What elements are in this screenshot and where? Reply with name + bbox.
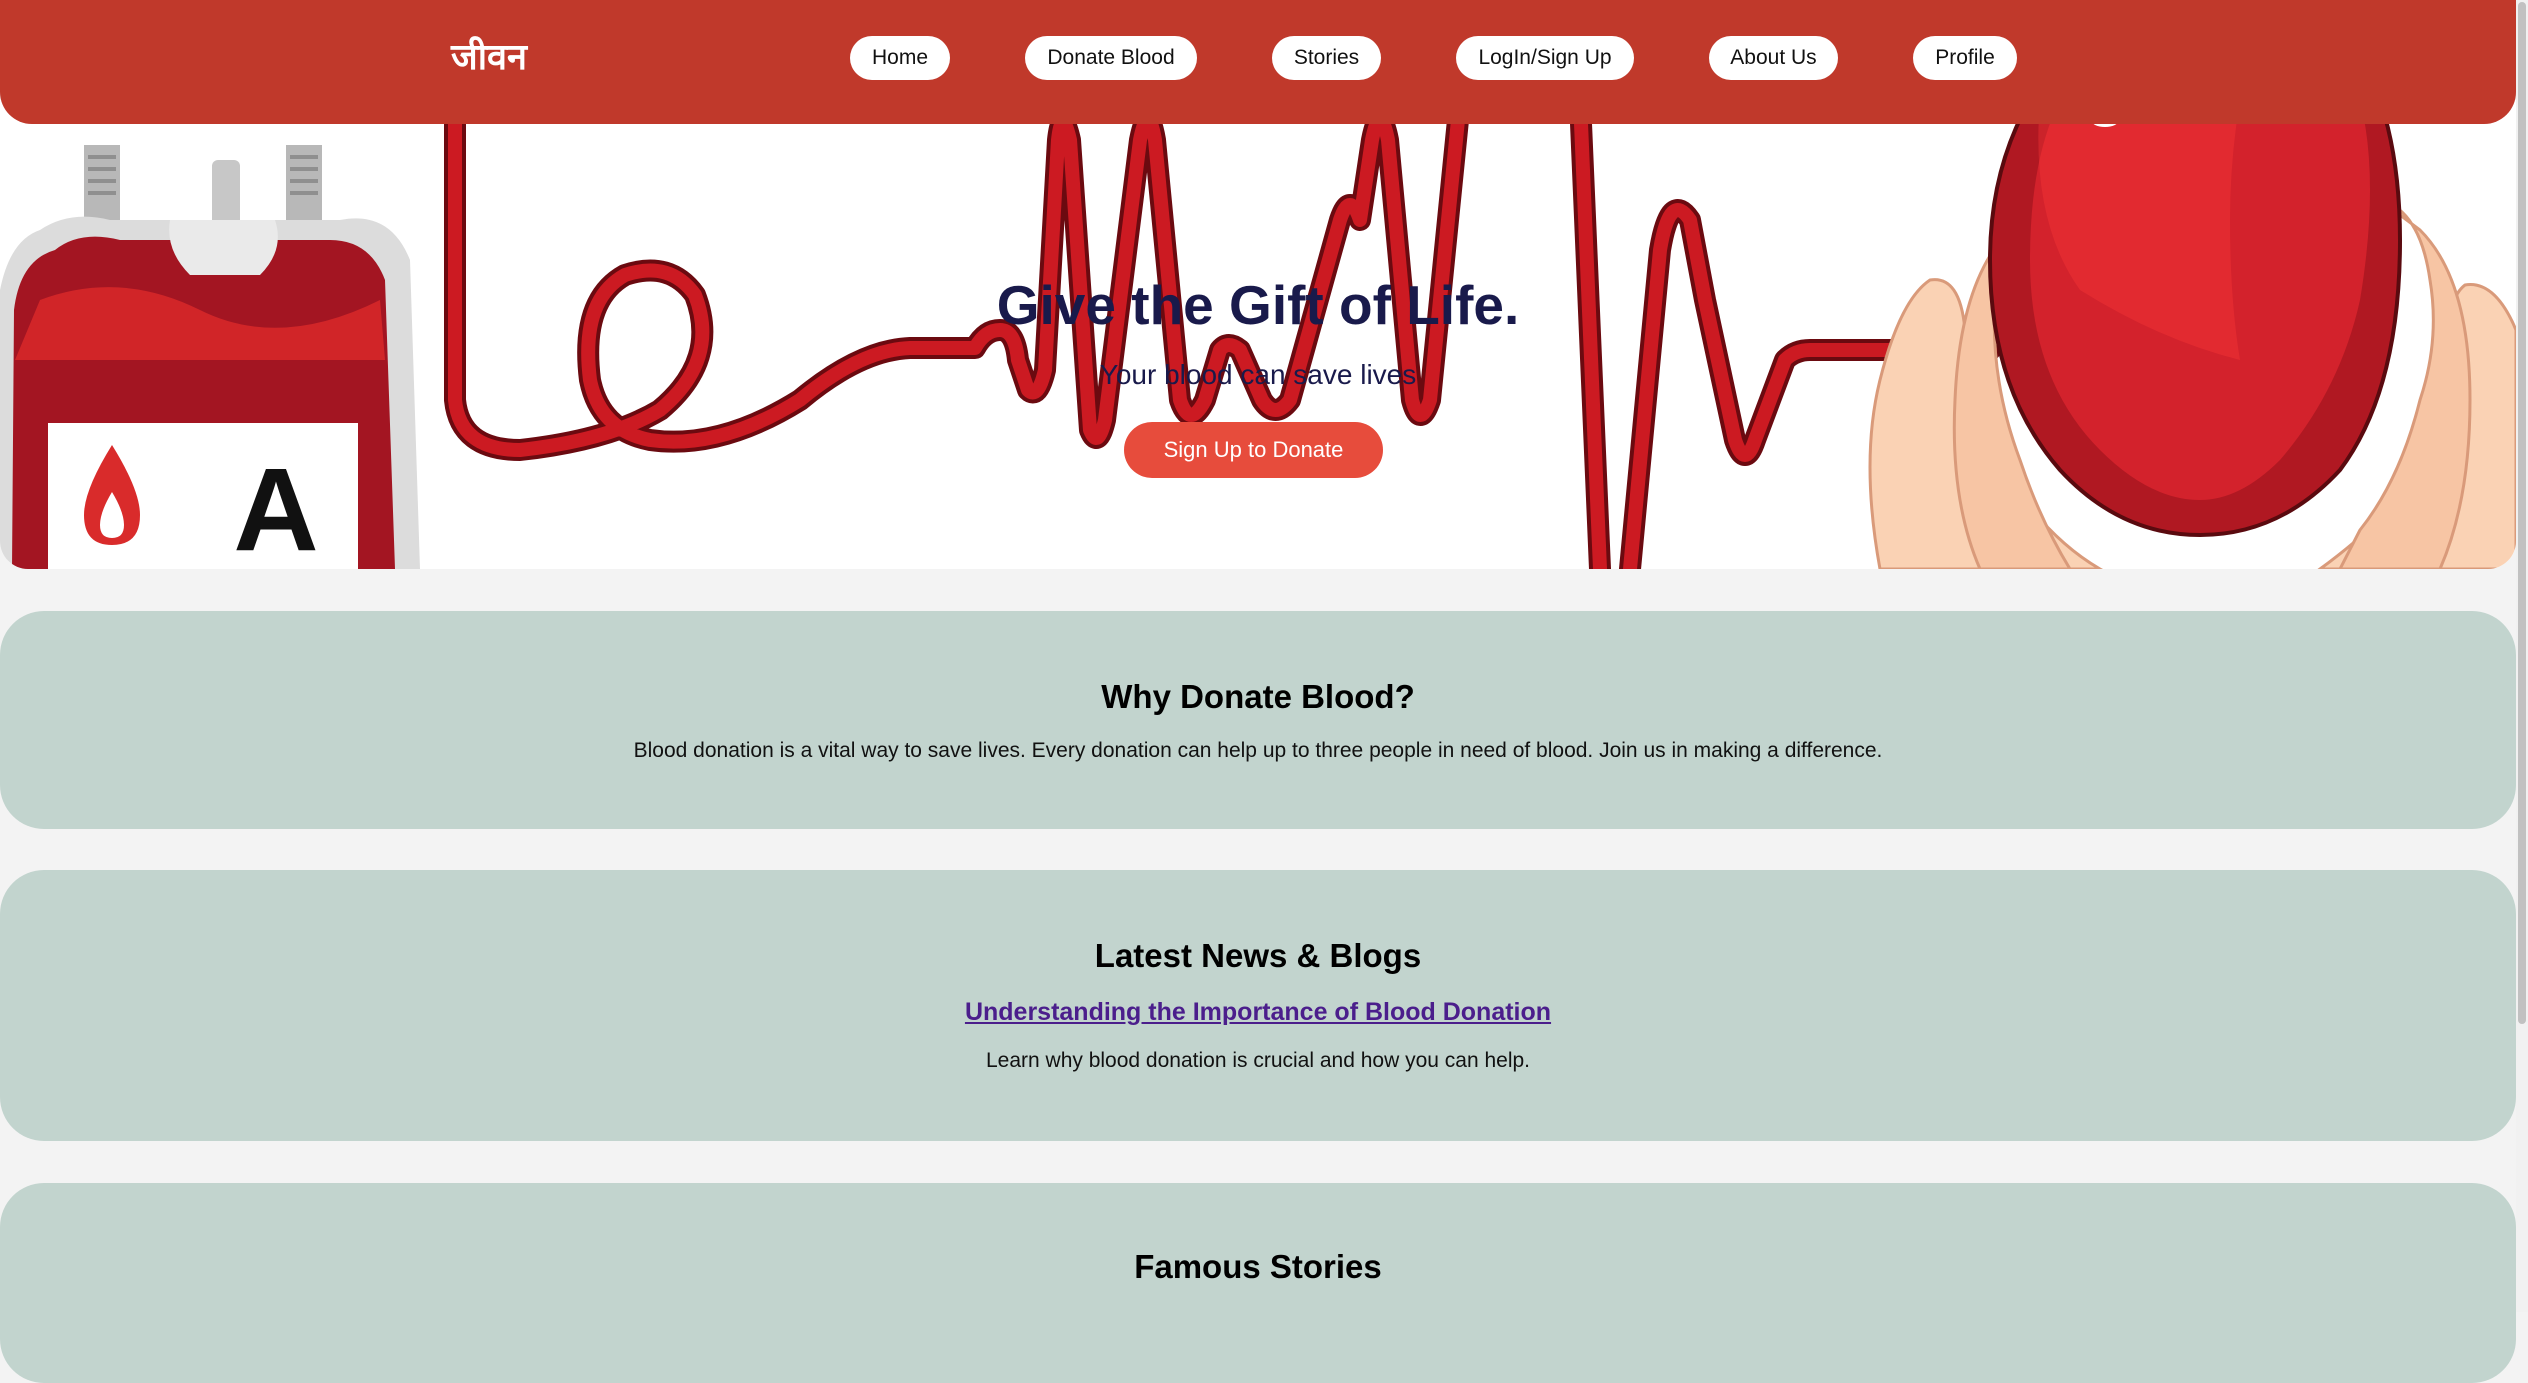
stories-section: Famous Stories <box>0 1183 2516 1383</box>
why-donate-section: Why Donate Blood? Blood donation is a vi… <box>0 611 2516 829</box>
nav-login-signup-button[interactable]: LogIn/Sign Up <box>1456 36 1634 80</box>
why-donate-heading: Why Donate Blood? <box>1101 678 1415 715</box>
page: जीवन Home Donate Blood Stories LogIn/Sig… <box>0 0 2516 1383</box>
hero-title: Give the Gift of Life. <box>996 274 1520 336</box>
hero-section: A Give the Gift of Life. Your blood can … <box>0 100 2516 569</box>
stories-heading: Famous Stories <box>1134 1248 1382 1285</box>
nav-about-us-button[interactable]: About Us <box>1709 36 1838 80</box>
nav-profile-button[interactable]: Profile <box>1913 36 2017 80</box>
news-article-summary: Learn why blood donation is crucial and … <box>985 1049 1531 1072</box>
news-article-link[interactable]: Understanding the Importance of Blood Do… <box>965 998 1551 1026</box>
news-heading: Latest News & Blogs <box>1094 937 1422 974</box>
site-header: जीवन Home Donate Blood Stories LogIn/Sig… <box>0 0 2516 124</box>
news-section: Latest News & Blogs Understanding the Im… <box>0 870 2516 1141</box>
brand-logo[interactable]: जीवन <box>451 34 527 82</box>
hero-subtitle: Your blood can save lives <box>1099 359 1417 390</box>
blood-type-label: A <box>233 444 318 569</box>
page-scrollbar[interactable] <box>2516 0 2528 1312</box>
nav-home-button[interactable]: Home <box>850 36 950 80</box>
why-donate-text: Blood donation is a vital way to save li… <box>633 739 1883 762</box>
scrollbar-thumb[interactable] <box>2518 2 2526 1024</box>
blood-bag-image: A <box>0 145 420 569</box>
news-article-link-wrapper: Understanding the Importance of Blood Do… <box>0 996 2516 1028</box>
nav-stories-button[interactable]: Stories <box>1272 36 1381 80</box>
nav-donate-blood-button[interactable]: Donate Blood <box>1025 36 1197 80</box>
sign-up-to-donate-button[interactable]: Sign Up to Donate <box>1124 422 1383 478</box>
